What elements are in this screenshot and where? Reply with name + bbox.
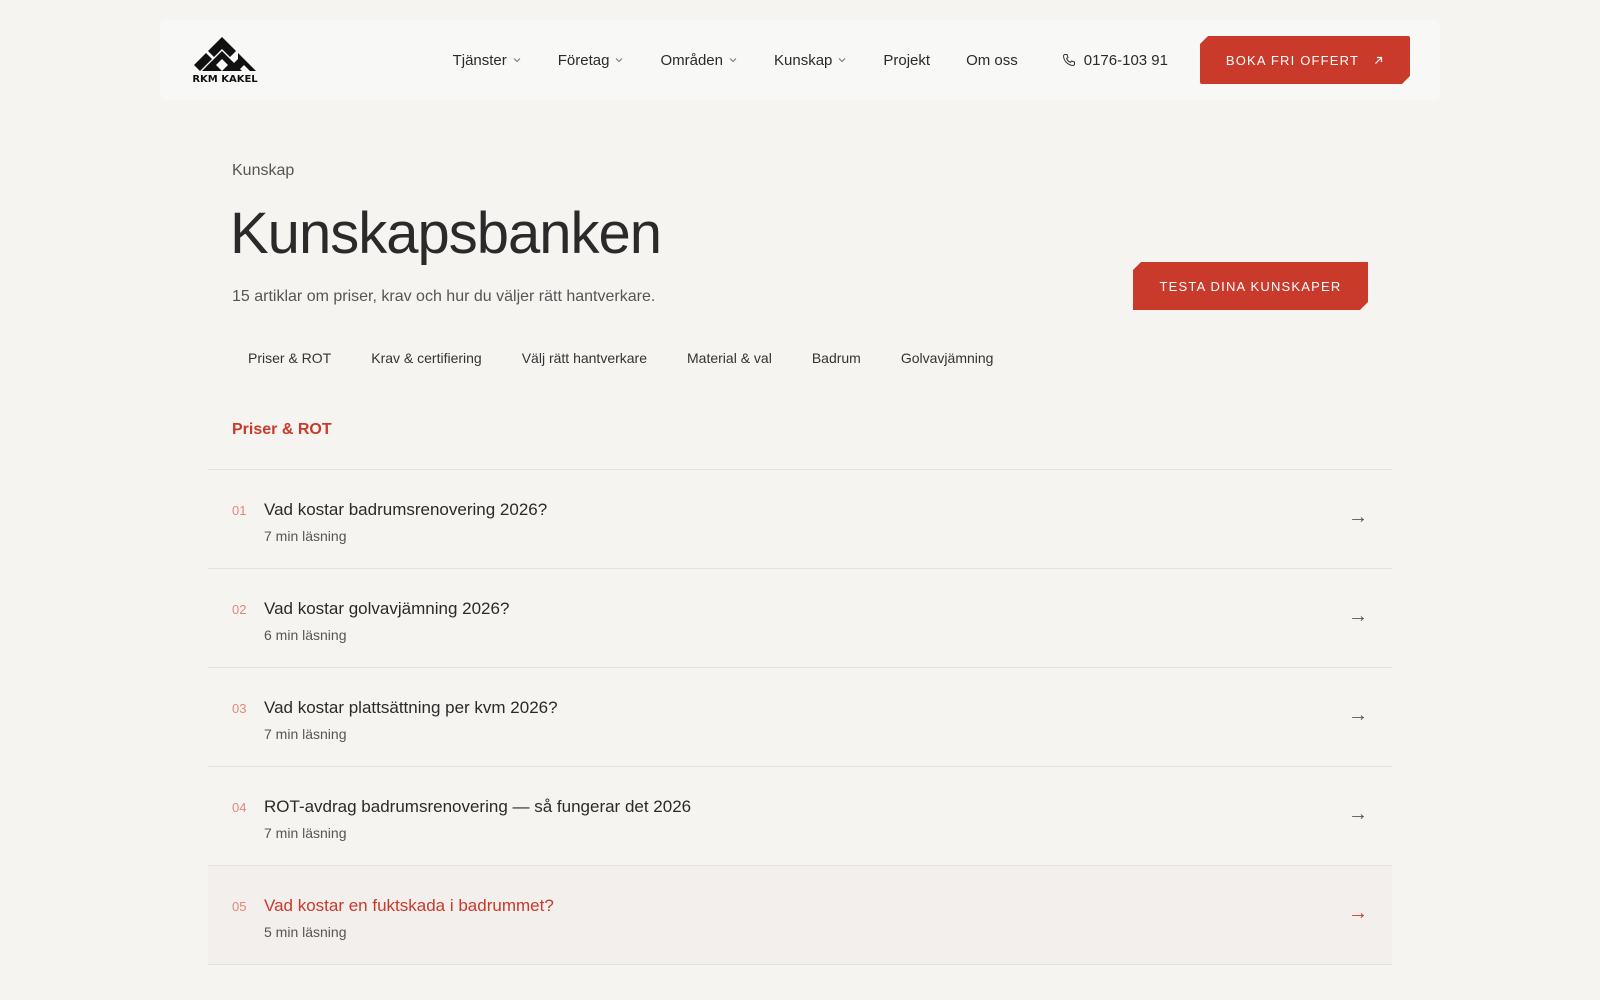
phone-number: 0176-103 91 xyxy=(1083,51,1168,69)
chevron-down-icon xyxy=(616,58,623,63)
chevron-down-icon xyxy=(513,58,521,63)
book-quote-button[interactable]: Boka fri offert xyxy=(1200,36,1410,84)
quiz-button[interactable]: Testa dina kunskaper xyxy=(1133,262,1368,310)
nav-label: Tjänster xyxy=(452,51,507,69)
article-title: Vad kostar en fuktskada i badrummet? xyxy=(264,896,554,915)
article-row[interactable]: 05 Vad kostar en fuktskada i badrummet? … xyxy=(208,866,1392,965)
filter-golvavjamning[interactable]: Golvavjämning xyxy=(885,350,1010,366)
main-nav: Tjänster Företag Områden Kunskap Projekt… xyxy=(453,52,1018,69)
filter-priser-rot[interactable]: Priser & ROT xyxy=(232,350,347,366)
phone-icon xyxy=(1062,54,1075,67)
logo-icon: RKM KAKEL xyxy=(192,37,258,83)
filter-valj-hantverkare[interactable]: Välj rätt hantverkare xyxy=(506,350,663,366)
article-number: 05 xyxy=(232,899,247,914)
nav-item-kunskap[interactable]: Kunskap xyxy=(774,52,847,69)
nav-item-foretag[interactable]: Företag xyxy=(558,52,625,69)
article-read-time: 7 min läsning xyxy=(264,825,347,841)
article-title: Vad kostar badrumsrenovering 2026? xyxy=(264,500,548,519)
book-quote-label: Boka fri offert xyxy=(1225,52,1360,68)
filter-krav-certifiering[interactable]: Krav & certifiering xyxy=(355,350,497,366)
nav-item-projekt[interactable]: Projekt xyxy=(883,52,930,69)
page-subtitle: 15 artiklar om priser, krav och hur du v… xyxy=(232,288,656,305)
article-title: Vad kostar golvavjämning 2026? xyxy=(264,599,510,618)
site-header: RKM KAKEL Tjänster Företag Områden Kunsk… xyxy=(160,20,1440,100)
article-title: Vad kostar plattsättning per kvm 2026? xyxy=(264,698,558,717)
nav-label: Projekt xyxy=(883,51,931,69)
article-read-time: 5 min läsning xyxy=(264,924,347,940)
article-read-time: 7 min läsning xyxy=(264,726,347,742)
arrow-right-icon: → xyxy=(1348,902,1368,924)
breadcrumb[interactable]: Kunskap xyxy=(232,162,294,180)
article-read-time: 6 min läsning xyxy=(264,627,347,643)
nav-item-omraden[interactable]: Områden xyxy=(660,52,738,69)
quiz-button-label: Testa dina kunskaper xyxy=(1159,278,1342,294)
article-read-time: 7 min läsning xyxy=(264,528,347,544)
article-number: 03 xyxy=(232,701,247,716)
article-row[interactable]: 04 ROT-avdrag badrumsrenovering — så fun… xyxy=(208,767,1392,866)
page-title: Kunskapsbanken xyxy=(230,201,662,266)
filter-material-val[interactable]: Material & val xyxy=(671,350,788,366)
nav-label: Områden xyxy=(660,51,723,69)
article-row[interactable]: 02 Vad kostar golvavjämning 2026? 6 min … xyxy=(208,569,1392,668)
section-title: Priser & ROT xyxy=(232,421,332,438)
chevron-down-icon xyxy=(838,58,846,63)
article-number: 04 xyxy=(232,800,247,815)
filter-badrum[interactable]: Badrum xyxy=(796,350,877,366)
article-number: 01 xyxy=(232,503,247,518)
article-title: ROT-avdrag badrumsrenovering — så funger… xyxy=(264,797,692,816)
nav-item-tjanster[interactable]: Tjänster xyxy=(453,52,522,69)
article-row[interactable]: 03 Vad kostar plattsättning per kvm 2026… xyxy=(208,668,1392,767)
arrow-right-icon: → xyxy=(1348,506,1368,528)
nav-label: Företag xyxy=(557,51,610,69)
arrow-right-icon: → xyxy=(1348,605,1368,627)
arrow-right-icon: → xyxy=(1348,704,1368,726)
nav-label: Om oss xyxy=(966,51,1018,69)
nav-item-om-oss[interactable]: Om oss xyxy=(966,52,1018,69)
logo-link[interactable]: RKM KAKEL xyxy=(192,37,258,83)
arrow-up-right-icon xyxy=(1373,55,1384,66)
article-number: 02 xyxy=(232,602,247,617)
article-list: 01 Vad kostar badrumsrenovering 2026? 7 … xyxy=(208,469,1392,965)
phone-link[interactable]: 0176-103 91 xyxy=(1062,52,1168,69)
nav-label: Kunskap xyxy=(774,51,833,69)
chevron-down-icon xyxy=(729,58,737,63)
article-row[interactable]: 01 Vad kostar badrumsrenovering 2026? 7 … xyxy=(208,470,1392,569)
logo-text: RKM KAKEL xyxy=(192,74,258,83)
category-filters: Priser & ROT Krav & certifiering Välj rä… xyxy=(232,350,1009,366)
arrow-right-icon: → xyxy=(1348,803,1368,825)
